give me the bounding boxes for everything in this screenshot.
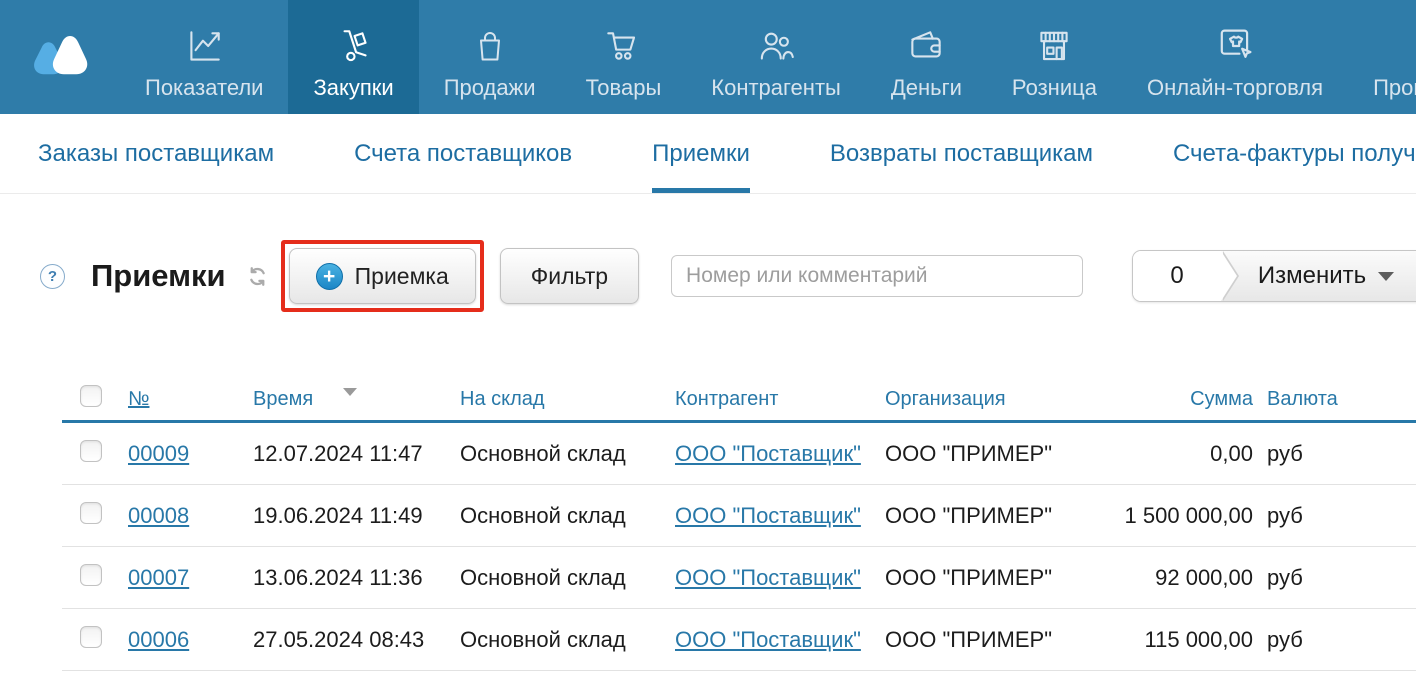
currency-cell: руб: [1253, 441, 1416, 467]
subnav-item-receipts[interactable]: Приемки: [652, 114, 750, 193]
chart-icon: [183, 22, 225, 68]
time-cell: 19.06.2024 11:49: [253, 503, 460, 529]
chevron-down-icon: [1378, 272, 1394, 281]
toolbar: ? Приемки + Приемка Фильтр 0 Изменить: [0, 238, 1416, 314]
time-cell: 13.06.2024 11:36: [253, 565, 460, 591]
receipts-table: № Время На склад Контрагент Организация …: [62, 378, 1416, 671]
change-dropdown-label: Изменить: [1258, 262, 1366, 290]
counterparty-link[interactable]: ООО "Поставщик": [675, 627, 861, 652]
people-icon: [755, 22, 797, 68]
sum-cell: 0,00: [1110, 441, 1253, 467]
sum-cell: 1 500 000,00: [1110, 503, 1253, 529]
currency-cell: руб: [1253, 565, 1416, 591]
app-logo[interactable]: [0, 0, 120, 114]
table-row: 00006 27.05.2024 08:43 Основной склад ОО…: [62, 609, 1416, 671]
selection-count[interactable]: 0: [1133, 251, 1221, 301]
nav-item-indicators[interactable]: Показатели: [120, 0, 288, 114]
table-row: 00009 12.07.2024 11:47 Основной склад ОО…: [62, 423, 1416, 485]
column-header-counterparty[interactable]: Контрагент: [675, 388, 885, 411]
plus-icon: +: [316, 263, 343, 290]
subnav-item-supplier-orders[interactable]: Заказы поставщикам: [38, 114, 274, 193]
change-dropdown[interactable]: Изменить: [1221, 251, 1416, 301]
column-header-warehouse[interactable]: На склад: [460, 388, 675, 411]
nav-item-goods[interactable]: Товары: [561, 0, 687, 114]
create-receipt-button[interactable]: + Приемка: [289, 248, 476, 304]
subnav-item-supplier-returns[interactable]: Возвраты поставщикам: [830, 114, 1093, 193]
select-all-checkbox[interactable]: [80, 385, 102, 407]
nav-item-production[interactable]: Производство: [1348, 0, 1416, 114]
cart-icon: [602, 22, 644, 68]
annotation-highlight-box: + Приемка: [281, 240, 484, 312]
column-header-time-label: Время: [253, 388, 313, 410]
nav-item-purchases[interactable]: Закупки: [288, 0, 418, 114]
time-cell: 12.07.2024 11:47: [253, 441, 460, 467]
table-row: 00008 19.06.2024 11:49 Основной склад ОО…: [62, 485, 1416, 547]
receipt-number-link[interactable]: 00007: [128, 565, 189, 590]
table-row: 00007 13.06.2024 11:36 Основной склад ОО…: [62, 547, 1416, 609]
sort-desc-icon: [343, 388, 357, 396]
top-nav: Показатели Закупки Продажи Товары Контра…: [0, 0, 1416, 114]
create-receipt-label: Приемка: [355, 263, 449, 290]
sum-cell: 92 000,00: [1110, 565, 1253, 591]
sub-nav: Заказы поставщикам Счета поставщиков При…: [0, 114, 1416, 194]
warehouse-cell: Основной склад: [460, 441, 675, 467]
receipt-number-link[interactable]: 00006: [128, 627, 189, 652]
counterparty-link[interactable]: ООО "Поставщик": [675, 565, 861, 590]
row-checkbox[interactable]: [80, 502, 102, 524]
organization-cell: ООО "ПРИМЕР": [885, 441, 1110, 467]
currency-cell: руб: [1253, 627, 1416, 653]
online-store-icon: [1213, 22, 1257, 68]
organization-cell: ООО "ПРИМЕР": [885, 503, 1110, 529]
column-header-sum[interactable]: Сумма: [1110, 388, 1253, 411]
column-header-time[interactable]: Время: [253, 388, 460, 411]
organization-cell: ООО "ПРИМЕР": [885, 627, 1110, 653]
search-input[interactable]: [671, 255, 1083, 297]
counterparty-link[interactable]: ООО "Поставщик": [675, 503, 861, 528]
warehouse-cell: Основной склад: [460, 503, 675, 529]
selection-control: 0 Изменить: [1132, 250, 1416, 302]
column-header-currency[interactable]: Валюта: [1253, 388, 1416, 411]
row-checkbox[interactable]: [80, 564, 102, 586]
help-icon[interactable]: ?: [40, 264, 65, 289]
organization-cell: ООО "ПРИМЕР": [885, 565, 1110, 591]
main-content: ? Приемки + Приемка Фильтр 0 Изменить: [0, 238, 1416, 671]
refresh-icon[interactable]: [246, 265, 269, 288]
app-window: Показатели Закупки Продажи Товары Контра…: [0, 0, 1416, 671]
page-title: Приемки: [91, 258, 226, 294]
currency-cell: руб: [1253, 503, 1416, 529]
row-checkbox[interactable]: [80, 440, 102, 462]
counterparty-link[interactable]: ООО "Поставщик": [675, 441, 861, 466]
receipt-number-link[interactable]: 00009: [128, 441, 189, 466]
receipt-number-link[interactable]: 00008: [128, 503, 189, 528]
warehouse-cell: Основной склад: [460, 627, 675, 653]
nav-item-counterparties[interactable]: Контрагенты: [686, 0, 866, 114]
store-icon: [1033, 22, 1075, 68]
top-nav-items: Показатели Закупки Продажи Товары Контра…: [120, 0, 1416, 114]
row-checkbox[interactable]: [80, 626, 102, 648]
column-header-organization[interactable]: Организация: [885, 388, 1110, 411]
subnav-item-invoices-received[interactable]: Счета-фактуры полученные: [1173, 114, 1416, 193]
mountains-logo-icon: [29, 31, 91, 84]
sum-cell: 115 000,00: [1110, 627, 1253, 653]
nav-item-money[interactable]: Деньги: [866, 0, 987, 114]
column-header-number[interactable]: №: [128, 388, 253, 411]
wallet-icon: [905, 22, 947, 68]
table-header-row: № Время На склад Контрагент Организация …: [62, 378, 1416, 423]
nav-item-online-trade[interactable]: Онлайн-торговля: [1122, 0, 1348, 114]
nav-item-sales[interactable]: Продажи: [419, 0, 561, 114]
subnav-item-supplier-invoices[interactable]: Счета поставщиков: [354, 114, 572, 193]
filter-button[interactable]: Фильтр: [500, 248, 639, 304]
active-tab-underline: [652, 188, 750, 193]
warehouse-cell: Основной склад: [460, 565, 675, 591]
time-cell: 27.05.2024 08:43: [253, 627, 460, 653]
nav-item-retail[interactable]: Розница: [987, 0, 1122, 114]
table-body: 00009 12.07.2024 11:47 Основной склад ОО…: [62, 423, 1416, 671]
bag-icon: [470, 22, 510, 68]
handtruck-icon: [333, 22, 375, 68]
